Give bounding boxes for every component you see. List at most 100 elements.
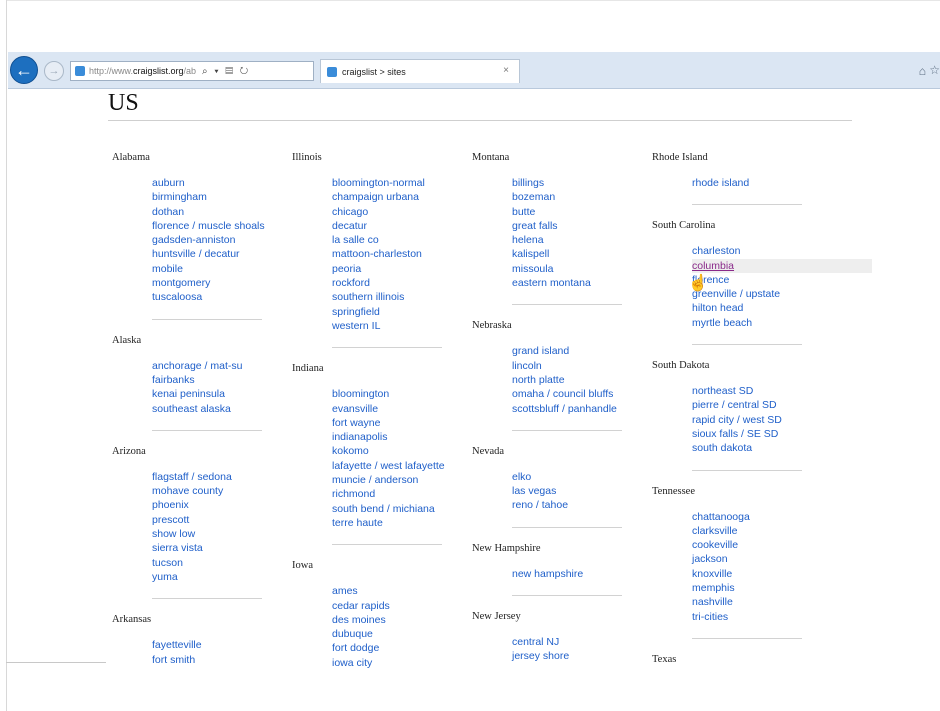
city-link[interactable]: indianapolis [332,430,472,444]
city-link[interactable]: southern illinois [332,290,472,304]
city-link[interactable]: hilton head [692,301,832,315]
city-link[interactable]: mobile [152,262,292,276]
city-link[interactable]: lincoln [512,359,652,373]
city-link[interactable]: reno / tahoe [512,498,652,512]
city-link[interactable]: butte [512,205,652,219]
city-link[interactable]: sioux falls / SE SD [692,427,832,441]
city-link[interactable]: rapid city / west SD [692,413,832,427]
city-link[interactable]: mohave county [152,484,292,498]
city-link[interactable]: kokomo [332,444,472,458]
city-link[interactable]: tuscaloosa [152,290,292,304]
page-title: US [108,90,139,116]
city-link[interactable]: nashville [692,595,832,609]
city-link[interactable]: myrtle beach [692,316,832,330]
tab-craigslist-sites[interactable]: craigslist > sites × [320,59,520,83]
city-link[interactable]: tri-cities [692,610,832,624]
city-link[interactable]: iowa city [332,656,472,670]
city-link[interactable]: memphis [692,581,832,595]
address-tools[interactable]: ⌕ ▾ ▤ ↻ [202,66,250,77]
city-link[interactable]: northeast SD [692,384,832,398]
home-icon[interactable]: ⌂ [919,64,926,78]
city-link[interactable]: south bend / michiana [332,502,472,516]
city-link[interactable]: fayetteville [152,638,292,652]
city-link[interactable]: elko [512,470,652,484]
city-link[interactable]: decatur [332,219,472,233]
city-link[interactable]: auburn [152,176,292,190]
city-link[interactable]: kalispell [512,247,652,261]
city-link[interactable]: omaha / council bluffs [512,387,652,401]
city-link[interactable]: chicago [332,205,472,219]
address-bar[interactable]: http://www. craigslist.org /ab ⌕ ▾ ▤ ↻ [70,61,314,81]
city-link[interactable]: mattoon-charleston [332,247,472,261]
back-icon[interactable]: ← [10,56,38,84]
city-link[interactable]: cookeville [692,538,832,552]
city-link[interactable]: las vegas [512,484,652,498]
city-link[interactable]: rockford [332,276,472,290]
city-link[interactable]: charleston [692,244,832,258]
city-link[interactable]: eastern montana [512,276,652,290]
city-link[interactable]: gadsden-anniston [152,233,292,247]
city-link[interactable]: kenai peninsula [152,387,292,401]
city-link[interactable]: missoula [512,262,652,276]
city-link[interactable]: jackson [692,552,832,566]
star-icon[interactable]: ☆ [929,63,940,77]
city-link[interactable]: evansville [332,402,472,416]
city-link[interactable]: chattanooga [692,510,832,524]
city-link[interactable]: scottsbluff / panhandle [512,402,652,416]
city-link[interactable]: springfield [332,305,472,319]
city-link[interactable]: la salle co [332,233,472,247]
forward-icon[interactable]: → [44,61,64,81]
city-link[interactable]: fort dodge [332,641,472,655]
city-link[interactable]: bozeman [512,190,652,204]
city-link[interactable]: new hampshire [512,567,652,581]
city-link[interactable]: florence / muscle shoals [152,219,292,233]
city-link[interactable]: cedar rapids [332,599,472,613]
city-link[interactable]: des moines [332,613,472,627]
city-link[interactable]: florence [692,273,832,287]
city-link[interactable]: phoenix [152,498,292,512]
city-link[interactable]: clarksville [692,524,832,538]
city-link[interactable]: tucson [152,556,292,570]
city-link[interactable]: anchorage / mat-su [152,359,292,373]
city-link[interactable]: peoria [332,262,472,276]
city-link[interactable]: pierre / central SD [692,398,832,412]
city-link[interactable]: dothan [152,205,292,219]
city-link[interactable]: yuma [152,570,292,584]
city-link[interactable]: dubuque [332,627,472,641]
city-link[interactable]: billings [512,176,652,190]
city-link[interactable]: bloomington [332,387,472,401]
city-link[interactable]: birmingham [152,190,292,204]
state-column: Rhode Island rhode island South Carolina ch… [652,152,872,668]
city-link[interactable]: sierra vista [152,541,292,555]
city-link[interactable]: greenville / upstate [692,287,832,301]
close-icon[interactable]: × [503,65,509,76]
city-link[interactable]: western IL [332,319,472,333]
city-link[interactable]: grand island [512,344,652,358]
city-link[interactable]: north platte [512,373,652,387]
city-link[interactable]: fort wayne [332,416,472,430]
city-link[interactable]: ames [332,584,472,598]
city-link[interactable]: show low [152,527,292,541]
city-link[interactable]: muncie / anderson [332,473,472,487]
city-link[interactable]: huntsville / decatur [152,247,292,261]
city-link[interactable]: richmond [332,487,472,501]
city-link[interactable]: fort smith [152,653,292,667]
city-link[interactable]: terre haute [332,516,472,530]
city-link[interactable]: great falls [512,219,652,233]
city-link[interactable]: knoxville [692,567,832,581]
city-link[interactable]: central NJ [512,635,652,649]
city-link[interactable]: jersey shore [512,649,652,663]
city-link[interactable]: southeast alaska [152,402,292,416]
city-link[interactable]: prescott [152,513,292,527]
city-link[interactable]: flagstaff / sedona [152,470,292,484]
hand-cursor-icon: ☝ [688,275,708,292]
city-link[interactable]: south dakota [692,441,832,455]
city-link[interactable]: helena [512,233,652,247]
city-link[interactable]: champaign urbana [332,190,472,204]
city-link[interactable]: lafayette / west lafayette [332,459,472,473]
city-link[interactable]: montgomery [152,276,292,290]
city-link[interactable]: fairbanks [152,373,292,387]
city-link[interactable]: bloomington-normal [332,176,472,190]
city-link[interactable]: columbia [692,258,872,273]
city-link[interactable]: rhode island [692,176,832,190]
